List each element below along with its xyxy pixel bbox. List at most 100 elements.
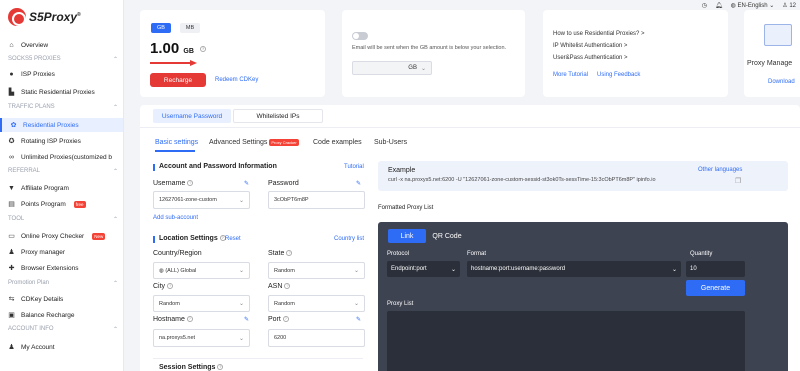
sidebar-item-extensions[interactable]: ✚ Browser Extensions [0, 261, 123, 275]
sidebar-section-traffic[interactable]: TRAFFIC PLANS ⌃ [8, 102, 118, 112]
tab-username-password[interactable]: Username Password [153, 109, 231, 123]
port-field[interactable]: 6200 [268, 329, 365, 347]
help-icon[interactable]: ? [186, 316, 193, 323]
help-link-userpass[interactable]: User&Pass Authentication > [553, 55, 628, 61]
tab-link[interactable]: Link [388, 229, 426, 243]
field-value: 3cObPT6m8P [274, 197, 309, 203]
alert-toggle[interactable] [352, 32, 368, 40]
other-languages-link[interactable]: Other languages [698, 167, 742, 173]
clock-icon[interactable]: ◷ [702, 2, 707, 9]
sidebar-item-label: Residential Proxies [23, 121, 79, 129]
unit-tab-gb[interactable]: GB [151, 23, 171, 33]
section-label: TRAFFIC PLANS [8, 104, 55, 110]
sidebar-item-rotating-isp[interactable]: ✪ Rotating ISP Proxies [0, 134, 123, 148]
brand-logo[interactable]: S5Proxy® [8, 8, 81, 26]
country-label: Country/Region [153, 250, 202, 257]
tab-whitelisted-ips[interactable]: Whitelisted IPs [233, 109, 323, 123]
redeem-cdkey-link[interactable]: Redeem CDKey [215, 77, 258, 83]
city-select[interactable]: Random ⌄ [153, 295, 250, 312]
help-icon[interactable]: ? [187, 180, 194, 187]
select-value: Random [159, 300, 180, 307]
sidebar-item-my-account[interactable]: ♟ My Account [0, 340, 123, 354]
quantity-input[interactable]: 10 [686, 261, 745, 277]
feedback-link[interactable]: Using Feedback [597, 72, 640, 78]
sidebar-section-tool[interactable]: TOOL ⌃ [8, 214, 118, 224]
generate-button[interactable]: Generate [686, 280, 745, 296]
tab-code-examples[interactable]: Code examples [313, 139, 362, 146]
free-badge: free [73, 200, 86, 208]
field-value: 6200 [274, 335, 287, 341]
chevron-down-icon: ⌄ [238, 268, 244, 274]
proxy-list-output[interactable] [387, 311, 745, 371]
format-select[interactable]: hostname:port:username:password ⌄ [467, 261, 681, 277]
help-icon[interactable]: ? [282, 316, 289, 323]
sidebar-item-static-residential[interactable]: ▙ Static Residential Proxies [0, 85, 123, 99]
sidebar-item-points[interactable]: ▤ Points Program free [0, 197, 123, 211]
country-select[interactable]: ◍ (ALL) Global ⌄ [153, 262, 250, 279]
help-icon[interactable]: ? [217, 364, 224, 371]
sidebar-item-overview[interactable]: ⌂ Overview [0, 38, 123, 52]
download-link[interactable]: Download [768, 79, 795, 85]
sidebar-item-cdkey[interactable]: ⇆ CDKey Details [0, 292, 123, 306]
sidebar-item-affiliate[interactable]: ▼ Affiliate Program [0, 181, 123, 195]
more-tutorial-link[interactable]: More Tutorial [553, 72, 588, 78]
sidebar-item-balance[interactable]: ▣ Balance Recharge [0, 308, 123, 322]
hostname-label: Hostname? [153, 316, 193, 323]
user-menu[interactable]: ♙ 12 [782, 2, 796, 9]
chevron-up-icon: ⌃ [112, 168, 118, 175]
edit-password-icon[interactable]: ✎ [356, 180, 361, 187]
sidebar-item-residential[interactable]: ✿ Residential Proxies [0, 118, 123, 132]
bell-icon[interactable]: 🔔︎ [715, 2, 723, 9]
sidebar-section-referral[interactable]: REFERRAL ⌃ [8, 166, 118, 176]
add-sub-account-link[interactable]: Add sub-account [153, 215, 198, 221]
hostname-select[interactable]: na.proxys5.net ⌄ [153, 329, 250, 347]
tutorial-link[interactable]: Tutorial [344, 164, 364, 170]
copy-icon[interactable]: ❐ [735, 177, 741, 185]
sidebar-section-promotion[interactable]: Promotion Plan ⌃ [8, 278, 118, 288]
help-icon[interactable]: ? [284, 283, 291, 290]
tab-sub-users[interactable]: Sub-Users [374, 139, 407, 146]
sidebar: S5Proxy® ⌂ Overview SOCKS5 PROXIES ⌃ ● ISP… [0, 0, 124, 371]
sidebar-item-label: Affiliate Program [21, 184, 69, 192]
edit-port-icon[interactable]: ✎ [356, 316, 361, 323]
password-label: Password [268, 180, 299, 187]
formatted-list-title: Formatted Proxy List [378, 205, 434, 211]
tab-basic-settings[interactable]: Basic settings [155, 139, 198, 146]
help-icon[interactable]: ? [167, 283, 174, 290]
country-list-link[interactable]: Country list [334, 236, 364, 242]
help-link-whitelist[interactable]: IP Whitelist Authentication > [553, 43, 627, 49]
edit-username-icon[interactable]: ✎ [244, 180, 249, 187]
example-title: Example [388, 167, 416, 174]
help-link-residential[interactable]: How to use Residential Proxies? > [553, 31, 645, 37]
sidebar-section-socks5[interactable]: SOCKS5 PROXIES ⌃ [8, 54, 118, 64]
tab-qr-code[interactable]: QR Code [428, 229, 466, 243]
help-card: How to use Residential Proxies? > IP Whi… [543, 10, 728, 97]
reset-link[interactable]: Reset [225, 236, 241, 242]
alert-threshold-select[interactable]: GB ⌄ [352, 61, 432, 75]
username-select[interactable]: 12627061-zone-custom ⌄ [153, 191, 250, 209]
unit-tab-mb[interactable]: MB [180, 23, 200, 33]
help-icon[interactable]: ? [200, 46, 207, 53]
chevron-up-icon: ⌃ [112, 56, 118, 63]
sidebar-item-isp[interactable]: ● ISP Proxies [0, 67, 123, 81]
sidebar-item-checker[interactable]: ▭ Online Proxy Checker New [0, 229, 123, 243]
protocol-select[interactable]: Endpoint:port ⌄ [387, 261, 460, 277]
password-field[interactable]: 3cObPT6m8P [268, 191, 365, 209]
state-select[interactable]: Random ⌄ [268, 262, 365, 279]
cup-icon: ▼ [8, 184, 15, 192]
help-icon[interactable]: ? [286, 250, 293, 257]
recharge-button[interactable]: Recharge [150, 73, 206, 87]
globe-icon: ◍ [159, 267, 164, 274]
proxy-cracker-badge: Proxy Cracker [269, 139, 299, 146]
tab-advanced-settings[interactable]: Advanced Settings Proxy Cracker [209, 139, 299, 146]
section-label: TOOL [8, 216, 25, 222]
sidebar-item-label: Rotating ISP Proxies [21, 137, 81, 145]
edit-hostname-icon[interactable]: ✎ [244, 316, 249, 323]
language-selector[interactable]: ◍ EN-English ⌄ [731, 2, 775, 9]
person-icon: ♟ [8, 344, 15, 351]
sidebar-item-manager[interactable]: ♟ Proxy manager [0, 245, 123, 259]
sidebar-item-unlimited[interactable]: ∞ Unlimited Proxies(customized b [0, 150, 123, 164]
asn-select[interactable]: Random ⌄ [268, 295, 365, 312]
chevron-down-icon: ⌄ [238, 335, 244, 342]
sidebar-section-account[interactable]: ACCOUNT INFO ⌃ [8, 324, 118, 334]
